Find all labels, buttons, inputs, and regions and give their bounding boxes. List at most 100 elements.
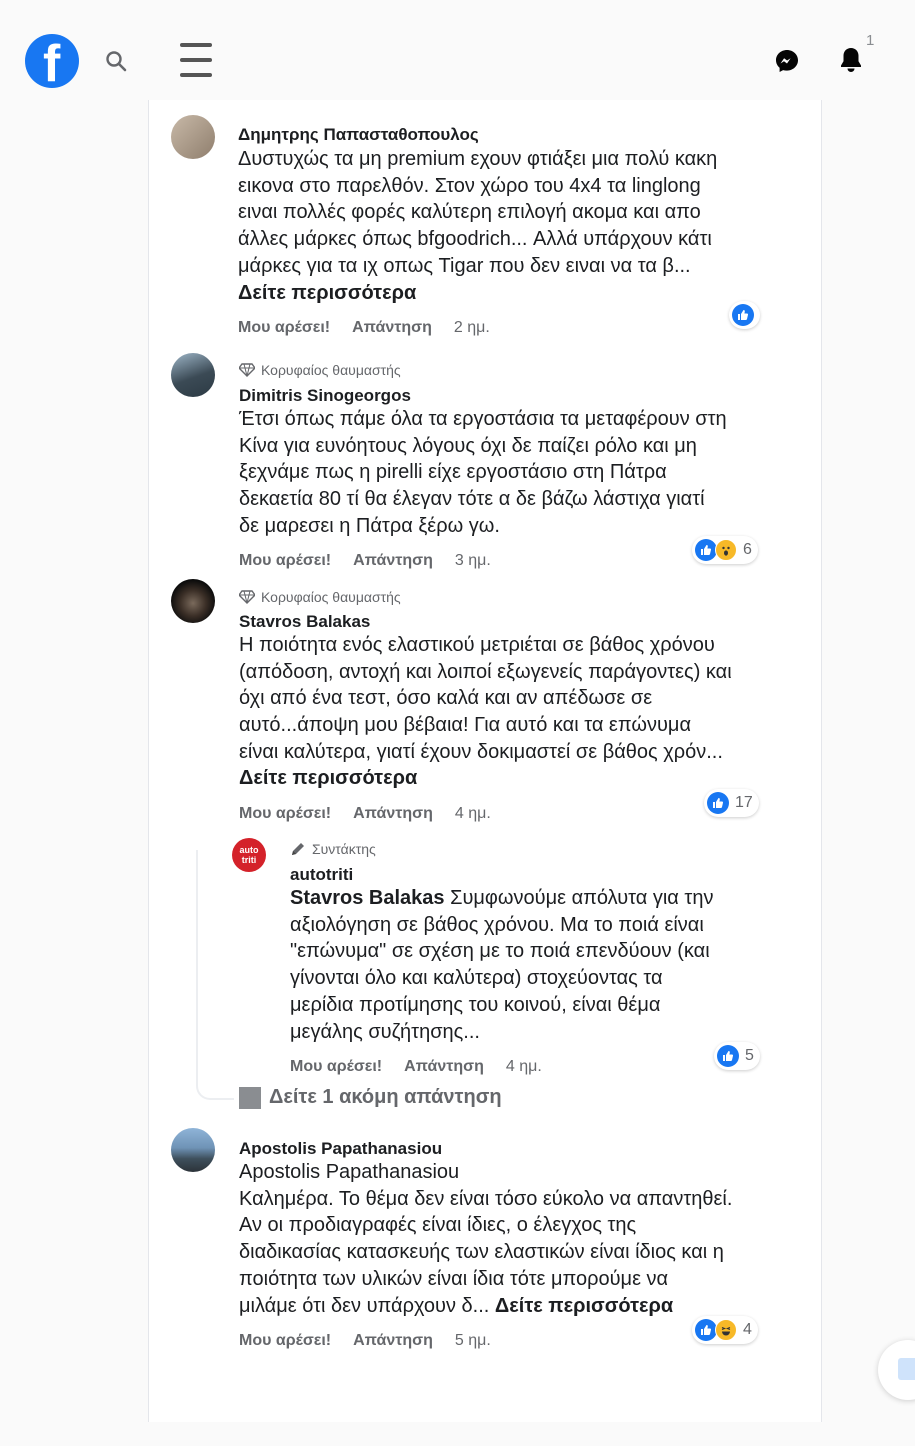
comment-text-line: ξεχνάμε πως η pirelli είχε εργοστάσιο στ…: [239, 461, 667, 484]
comment-text-line: Η ποιότητα ενός ελαστικού μετριέται σε β…: [239, 634, 715, 656]
pencil-icon: [292, 843, 304, 855]
comment-text: Apostolis Papathanasiou Καλημέρα. Το θέμ…: [239, 1159, 732, 1319]
comment-text-line: όχι από ένα τεστ, όσο καλά και αν απέδωσ…: [239, 687, 653, 710]
reply-thread-line: [196, 850, 234, 1100]
comment-text-line: δεκαετία 80 τί θα έλεγαν τότε α δε βάζω …: [239, 488, 705, 511]
reaction-count: 5: [745, 1047, 754, 1064]
avatar[interactable]: [171, 115, 215, 159]
comment-text-segment: Συμφωνούμε απόλυτα για την: [444, 887, 714, 909]
comment-actions: Μου αρέσει! Απάντηση 5 ημ.: [239, 1332, 491, 1350]
comment-text: Stavros Balakas Συμφωνούμε απόλυτα για τ…: [290, 885, 713, 1045]
comment-text-line: "επώνυμα" σε σχέση με το ποιά επενδύουν …: [290, 940, 710, 963]
comment-text: Δυστυχώς τα μη premium εχουν φτιάξει μια…: [238, 146, 717, 280]
comment-text-line: Έτσι όπως πάμε όλα τα εργοστάσια τα μετα…: [239, 408, 727, 430]
like-button[interactable]: Μου αρέσει!: [290, 1058, 382, 1076]
like-button[interactable]: Μου αρέσει!: [239, 552, 331, 570]
reactions-summary[interactable]: 5: [714, 1042, 760, 1070]
wow-reaction-icon: [715, 539, 737, 561]
like-button[interactable]: Μου αρέσει!: [239, 1332, 331, 1350]
reply-button[interactable]: Απάντηση: [353, 552, 433, 570]
search-icon[interactable]: [100, 45, 132, 77]
like-reaction-icon: [695, 1319, 717, 1341]
reactions-summary[interactable]: 17: [704, 789, 759, 817]
see-more-link[interactable]: Δείτε περισσότερα: [238, 282, 416, 305]
avatar[interactable]: [171, 353, 215, 397]
badge-label: Κορυφαίος θαυμαστής: [261, 589, 401, 605]
reaction-count: 6: [743, 541, 752, 558]
reply-button[interactable]: Απάντηση: [353, 805, 433, 823]
avatar[interactable]: auto triti: [232, 838, 266, 872]
avatar-text: auto triti: [239, 845, 259, 865]
like-reaction-icon: [732, 304, 754, 326]
hamburger-menu-icon[interactable]: [176, 38, 216, 82]
comment-text-line: άλλες μάρκες όπως bfgoodrich... Αλλά υπά…: [238, 228, 712, 251]
comment-time[interactable]: 4 ημ.: [455, 805, 491, 823]
comment-text-line: Δυστυχώς τα μη premium εχουν φτιάξει μια…: [238, 148, 718, 170]
comment-text-line: Αν οι προδιαγραφές είναι ίδιες, ο έλεγχο…: [239, 1214, 637, 1237]
comment-text-line: μεγάλης συζήτησης...: [290, 1020, 480, 1043]
logo-letter: f: [43, 35, 61, 88]
reply-button[interactable]: Απάντηση: [352, 319, 432, 337]
comment-text-line: αυτό...άποψη μου βέβαια! Για αυτό και τα…: [239, 714, 692, 737]
reactions-summary[interactable]: 4: [692, 1316, 758, 1344]
reply-button[interactable]: Απάντηση: [404, 1058, 484, 1076]
comment-time[interactable]: 5 ημ.: [455, 1332, 491, 1350]
like-reaction-icon: [707, 792, 729, 814]
comment-text-line: Apostolis Papathanasiou: [239, 1161, 460, 1183]
badge-label: Κορυφαίος θαυμαστής: [261, 362, 401, 378]
messenger-icon[interactable]: [772, 46, 802, 76]
like-reaction-icon: [717, 1045, 739, 1067]
comment-actions: Μου αρέσει! Απάντηση 2 ημ.: [238, 319, 490, 337]
mention-link[interactable]: Stavros Balakas: [290, 887, 445, 909]
facebook-logo[interactable]: f: [25, 34, 79, 88]
comment-text: Έτσι όπως πάμε όλα τα εργοστάσια τα μετα…: [239, 406, 727, 540]
notification-count: 1: [866, 32, 875, 49]
bell-icon[interactable]: [836, 44, 866, 76]
comment-actions: Μου αρέσει! Απάντηση 3 ημ.: [239, 552, 491, 570]
comment-time[interactable]: 3 ημ.: [455, 552, 491, 570]
view-more-replies[interactable]: Δείτε 1 ακόμη απάντηση: [239, 1086, 502, 1109]
comment-time[interactable]: 2 ημ.: [454, 319, 490, 337]
more-replies-label: Δείτε 1 ακόμη απάντηση: [269, 1086, 502, 1108]
reactions-summary[interactable]: 6: [692, 536, 758, 564]
top-fan-badge: Κορυφαίος θαυμαστής: [239, 362, 401, 378]
diamond-icon: [239, 363, 255, 377]
diamond-icon: [239, 590, 255, 604]
comment-text-line: Καλημέρα. Το θέμα δεν είναι τόσο εύκολο …: [239, 1187, 733, 1210]
comment-author[interactable]: Stavros Balakas: [239, 612, 370, 632]
like-button[interactable]: Μου αρέσει!: [239, 805, 331, 823]
see-more-link[interactable]: Δείτε περισσότερα: [239, 767, 417, 790]
comment-text-line: δε μαρεσει η Πάτρα ξέρω γω.: [239, 514, 500, 537]
comment-text-line: μάρκες για τα ιχ οπως Tigar που δεν εινα…: [238, 254, 691, 277]
avatar[interactable]: [171, 579, 215, 623]
comment-text-line: Stavros Balakas Συμφωνούμε απόλυτα για τ…: [290, 885, 713, 912]
author-badge: Συντάκτης: [290, 841, 376, 857]
floating-compose-button[interactable]: [878, 1340, 915, 1400]
haha-reaction-icon: [715, 1319, 737, 1341]
top-fan-badge: Κορυφαίος θαυμαστής: [239, 589, 401, 605]
comment-author[interactable]: autotriti: [290, 865, 353, 885]
avatar[interactable]: [171, 1128, 215, 1172]
comment-text-line: Κίνα για ευνόητους λόγους όχι δε παίζει …: [239, 434, 697, 457]
comment-text-line: ποιότητα των υλικών είναι ίδια τότε μπορ…: [239, 1267, 669, 1290]
comment-text-line: μερίδια προτίμησης του κοινού, είναι θέμ…: [290, 993, 661, 1016]
comment-author[interactable]: Dimitris Sinogeorgos: [239, 386, 411, 406]
comment-author[interactable]: Δημητρης Παπασταθοπουλος: [238, 125, 479, 145]
comment-text: Η ποιότητα ενός ελαστικού μετριέται σε β…: [239, 632, 732, 766]
reactions-summary[interactable]: [729, 301, 760, 329]
reaction-count: 4: [743, 1321, 752, 1338]
comment-time[interactable]: 4 ημ.: [506, 1058, 542, 1076]
comment-text-line: μιλάμε ότι δεν υπάρχουν δ... Δείτε περισ…: [239, 1293, 732, 1320]
comment-text-line: γίνονται όλο και καλύτερα) στοχεύοντας τ…: [290, 967, 663, 990]
top-bar: f 1: [0, 0, 915, 100]
reply-button[interactable]: Απάντηση: [353, 1332, 433, 1350]
comment-text-segment: μιλάμε ότι δεν υπάρχουν δ...: [239, 1294, 495, 1317]
comment-actions: Μου αρέσει! Απάντηση 4 ημ.: [239, 805, 491, 823]
comment-text-line: είναι καλύτερα, γιατί έχουν δοκιμαστεί σ…: [239, 740, 723, 763]
like-button[interactable]: Μου αρέσει!: [238, 319, 330, 337]
see-more-link[interactable]: Δείτε περισσότερα: [495, 1295, 673, 1317]
badge-label: Συντάκτης: [312, 841, 376, 857]
comment-text-line: αξιολόγηση σε βάθος χρόνου. Μα το ποιά ε…: [290, 913, 704, 936]
comment-author[interactable]: Apostolis Papathanasiou: [239, 1139, 442, 1159]
comment-actions: Μου αρέσει! Απάντηση 4 ημ.: [290, 1058, 542, 1076]
